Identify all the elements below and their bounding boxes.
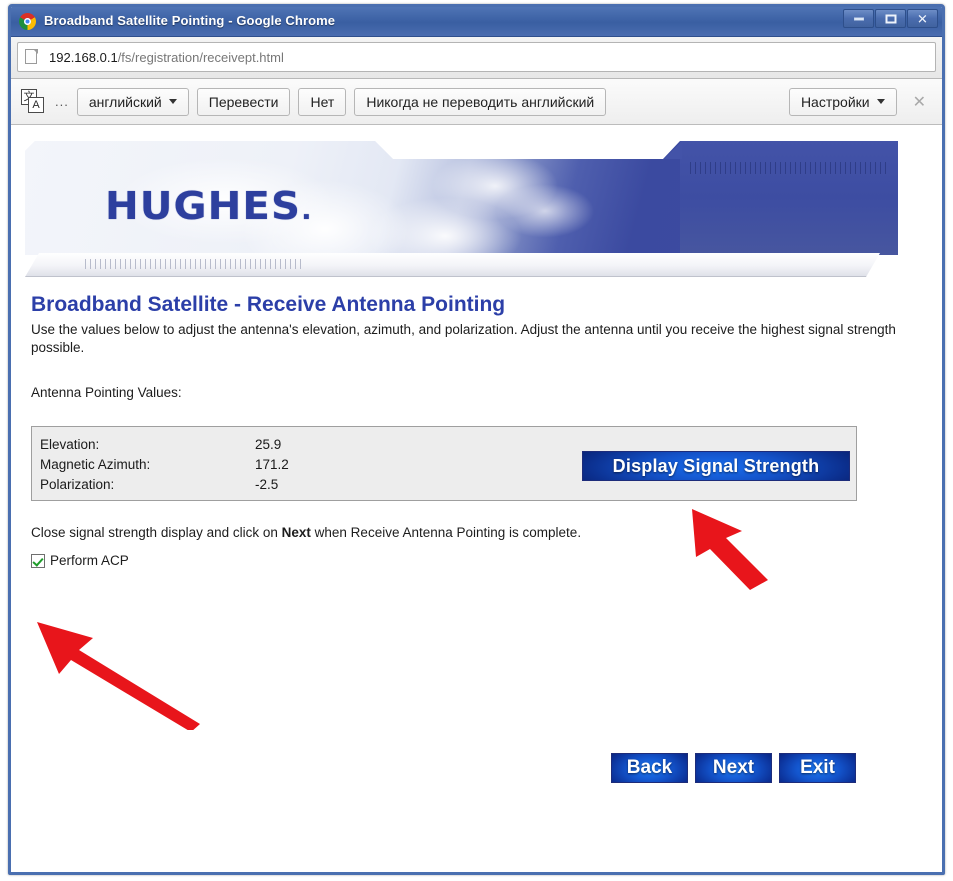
translate-icon: 文 A — [19, 89, 47, 115]
page-title: Broadband Satellite - Receive Antenna Po… — [31, 293, 922, 317]
url-path: /fs/registration/receivept.html — [118, 50, 284, 65]
close-instruction-text: Close signal strength display and click … — [31, 525, 922, 540]
translate-icon-target-char: A — [28, 97, 44, 113]
translate-language-dropdown[interactable]: английский — [77, 88, 189, 116]
table-row: Polarization: -2.5 — [40, 475, 375, 495]
elevation-value: 25.9 — [255, 435, 375, 455]
banner-sky-panel: HUGHES. — [25, 141, 898, 255]
never-translate-button[interactable]: Никогда не переводить английский — [354, 88, 606, 116]
window-title: Broadband Satellite Pointing - Google Ch… — [44, 13, 335, 28]
chrome-logo-icon — [19, 13, 36, 30]
window-controls: ✕ — [843, 9, 938, 28]
polarization-value: -2.5 — [255, 475, 375, 495]
table-row: Magnetic Azimuth: 171.2 — [40, 455, 375, 475]
translate-ellipsis: ... — [55, 94, 69, 109]
magnetic-azimuth-label: Magnetic Azimuth: — [40, 455, 255, 475]
table-row: Elevation: 25.9 — [40, 435, 375, 455]
hughes-banner: HUGHES. — [25, 141, 928, 279]
address-bar[interactable]: 192.168.0.1/fs/registration/receivept.ht… — [17, 42, 936, 72]
translate-settings-label: Настройки — [801, 94, 870, 110]
close-instruction-post: when Receive Antenna Pointing is complet… — [311, 525, 581, 540]
translate-language-label: английский — [89, 94, 162, 110]
exit-button-label: Exit — [800, 757, 835, 779]
hughes-wordmark: HUGHES — [105, 184, 301, 228]
perform-acp-label: Perform ACP — [50, 553, 129, 568]
page-content: Broadband Satellite - Receive Antenna Po… — [31, 293, 922, 568]
translate-no-button[interactable]: Нет — [298, 88, 346, 116]
maximize-icon — [885, 14, 896, 23]
hughes-logo-dot: . — [301, 196, 313, 226]
url-text: 192.168.0.1/fs/registration/receivept.ht… — [49, 50, 284, 65]
perform-acp-row: Perform ACP — [31, 553, 922, 568]
minimize-button[interactable] — [843, 9, 874, 28]
exit-button[interactable]: Exit — [779, 753, 856, 783]
page-viewport: HUGHES. Broadband Satellite - Receive An… — [11, 125, 942, 869]
next-button[interactable]: Next — [695, 753, 772, 783]
elevation-label: Elevation: — [40, 435, 255, 455]
antenna-values-list: Elevation: 25.9 Magnetic Azimuth: 171.2 … — [40, 435, 375, 495]
banner-tick-marks-bottom — [85, 259, 303, 269]
close-icon: ✕ — [917, 12, 928, 25]
chevron-down-icon — [877, 99, 885, 104]
translate-no-label: Нет — [310, 94, 334, 110]
page-document-icon — [24, 48, 39, 66]
back-button-label: Back — [627, 757, 672, 779]
antenna-pointing-values-box: Elevation: 25.9 Magnetic Azimuth: 171.2 … — [31, 426, 857, 501]
close-window-button[interactable]: ✕ — [907, 9, 938, 28]
navigation-buttons: Back Next Exit — [611, 753, 856, 783]
next-button-label: Next — [713, 757, 754, 779]
chrome-browser-window: Broadband Satellite Pointing - Google Ch… — [8, 4, 945, 875]
omnibox-strip: 192.168.0.1/fs/registration/receivept.ht… — [11, 37, 942, 79]
minimize-icon — [854, 17, 864, 20]
maximize-button[interactable] — [875, 9, 906, 28]
display-signal-strength-button[interactable]: Display Signal Strength — [582, 451, 850, 481]
translate-settings-dropdown[interactable]: Настройки — [789, 88, 897, 116]
url-host: 192.168.0.1 — [49, 50, 118, 65]
translate-infobar: 文 A ... английский Перевести Нет Никогда… — [11, 79, 942, 125]
translate-button-label: Перевести — [209, 94, 279, 110]
chevron-down-icon — [169, 99, 177, 104]
screenshot-root: Broadband Satellite Pointing - Google Ch… — [0, 0, 953, 881]
perform-acp-checkbox[interactable] — [31, 554, 45, 568]
display-signal-strength-label: Display Signal Strength — [613, 456, 820, 477]
page-intro-text: Use the values below to adjust the anten… — [31, 321, 906, 357]
window-title-bar: Broadband Satellite Pointing - Google Ch… — [11, 7, 942, 37]
translate-button[interactable]: Перевести — [197, 88, 291, 116]
antenna-values-label: Antenna Pointing Values: — [31, 385, 922, 400]
back-button[interactable]: Back — [611, 753, 688, 783]
never-translate-label: Никогда не переводить английский — [366, 94, 594, 110]
polarization-label: Polarization: — [40, 475, 255, 495]
banner-tick-marks-top — [690, 162, 888, 174]
close-instruction-next-bold: Next — [282, 525, 311, 540]
magnetic-azimuth-value: 171.2 — [255, 455, 375, 475]
close-instruction-pre: Close signal strength display and click … — [31, 525, 282, 540]
hughes-logo: HUGHES. — [105, 184, 313, 228]
banner-blue-panel — [680, 141, 898, 255]
close-infobar-button[interactable]: ✕ — [905, 92, 934, 112]
